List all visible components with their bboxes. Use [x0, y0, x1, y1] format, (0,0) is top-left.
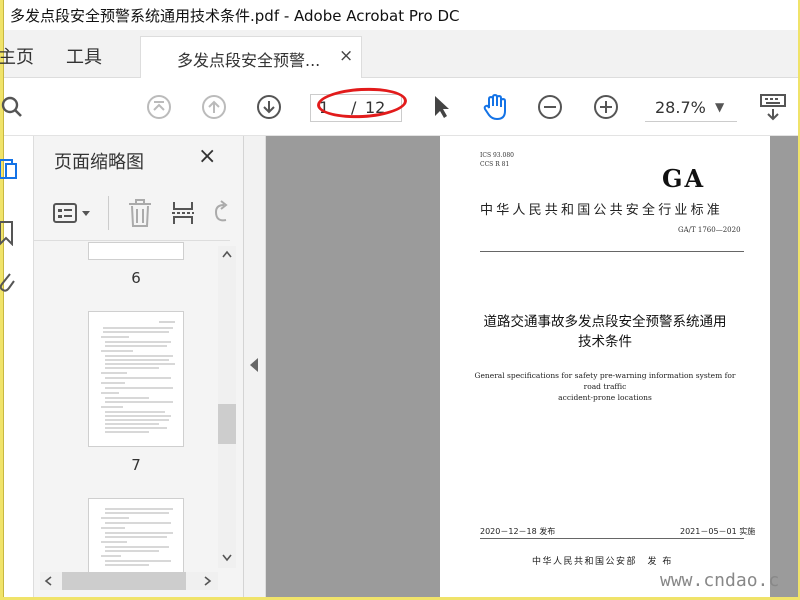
left-nav-rail	[0, 136, 34, 597]
close-panel-button[interactable]: ×	[198, 144, 216, 169]
thumbnail-page-number: 7	[131, 456, 141, 474]
title-line-1: 道路交通事故多发点段安全预警系统通用	[483, 314, 727, 330]
scroll-down-arrow[interactable]	[222, 554, 232, 565]
tab-row: 主页 工具 多发点段安全预警... ×	[0, 30, 798, 78]
document-view[interactable]: ICS 93.080 CCS R 81 GA 中华人民共和国公共安全行业标准 G…	[266, 136, 798, 597]
document-title: 道路交通事故多发点段安全预警系统通用 技术条件	[460, 312, 750, 352]
thumbnail-page-number: 6	[131, 269, 141, 287]
site-watermark: www.cndao.c	[660, 570, 780, 591]
standard-category: 中华人民共和国公共安全行业标准	[480, 203, 724, 218]
page-thumbnail-7[interactable]	[88, 311, 184, 447]
zoom-in-icon[interactable]	[591, 92, 621, 122]
trash-icon[interactable]	[126, 196, 154, 230]
zoom-level-dropdown[interactable]: 28.7% ▼	[645, 94, 737, 122]
header-rule	[480, 251, 744, 252]
issue-date: 2020－12－18 发布	[480, 527, 556, 536]
page-thumbnails-icon[interactable]	[0, 158, 20, 186]
collapse-arrow-icon[interactable]	[250, 358, 258, 372]
zoom-value: 28.7%	[655, 98, 706, 117]
horizontal-scroll-thumb[interactable]	[62, 572, 186, 590]
next-page-icon[interactable]	[254, 92, 284, 122]
scroll-left-arrow[interactable]	[44, 576, 52, 589]
standard-code: GA/T 1760—2020	[678, 226, 741, 234]
page-thumbnail-6[interactable]	[88, 242, 184, 260]
app-window: 多发点段安全预警系统通用技术条件.pdf - Adobe Acrobat Pro…	[0, 0, 798, 597]
title-line-2: 技术条件	[578, 334, 632, 350]
keyboard-icon[interactable]	[758, 92, 788, 122]
tab-close-button[interactable]: ×	[339, 46, 353, 66]
hand-tool-icon[interactable]	[480, 92, 510, 122]
toolbar-divider	[108, 196, 109, 230]
chevron-down-icon: ▼	[715, 100, 725, 114]
ccs-code: CCS R 81	[480, 161, 510, 168]
ics-code: ICS 93.080	[480, 152, 514, 159]
document-tab[interactable]: 多发点段安全预警... ×	[140, 36, 362, 78]
publisher: 中华人民共和国公安部 发 布	[532, 557, 673, 567]
document-tab-label: 多发点段安全预警...	[177, 51, 321, 70]
scroll-right-arrow[interactable]	[204, 576, 212, 589]
english-line-2: accident-prone locations	[558, 393, 652, 402]
insert-page-icon[interactable]	[170, 196, 196, 230]
attachments-icon[interactable]	[0, 268, 16, 298]
thumbnail-options-icon[interactable]	[52, 196, 92, 230]
page-thumbnails-panel: 页面缩略图 × 6 7	[34, 136, 244, 597]
search-icon[interactable]	[0, 92, 26, 122]
scroll-up-arrow[interactable]	[222, 250, 232, 261]
menu-tools[interactable]: 工具	[66, 43, 102, 69]
thumbnails-panel-title: 页面缩略图	[54, 152, 144, 173]
thumbnails-vertical-scrollbar[interactable]	[218, 246, 236, 568]
window-title: 多发点段安全预警系统通用技术条件.pdf - Adobe Acrobat Pro…	[10, 7, 460, 25]
first-page-icon[interactable]	[144, 92, 174, 122]
ga-logo: GA	[662, 164, 706, 193]
title-bar: 多发点段安全预警系统通用技术条件.pdf - Adobe Acrobat Pro…	[4, 0, 798, 30]
english-title: General specifications for safety pre-wa…	[470, 370, 740, 403]
panel-collapse-strip[interactable]	[244, 136, 266, 597]
main-toolbar: 1 / 12 28.7% ▼	[1, 78, 798, 136]
previous-page-icon[interactable]	[199, 92, 229, 122]
effective-date: 2021－05－01 实施	[680, 527, 756, 536]
select-pointer-icon[interactable]	[426, 92, 456, 122]
panel-divider	[34, 240, 230, 241]
thumbnails-horizontal-scrollbar[interactable]	[40, 572, 218, 590]
page-thumbnail-8[interactable]	[88, 498, 184, 572]
zoom-out-icon[interactable]	[535, 92, 565, 122]
footer-rule	[480, 538, 744, 539]
bookmarks-icon[interactable]	[0, 220, 16, 250]
pdf-page: ICS 93.080 CCS R 81 GA 中华人民共和国公共安全行业标准 G…	[440, 136, 770, 597]
english-line-1: General specifications for safety pre-wa…	[474, 371, 736, 391]
vertical-scroll-thumb[interactable]	[218, 404, 236, 444]
rotate-page-icon[interactable]	[210, 196, 230, 230]
menu-home[interactable]: 主页	[0, 43, 34, 69]
